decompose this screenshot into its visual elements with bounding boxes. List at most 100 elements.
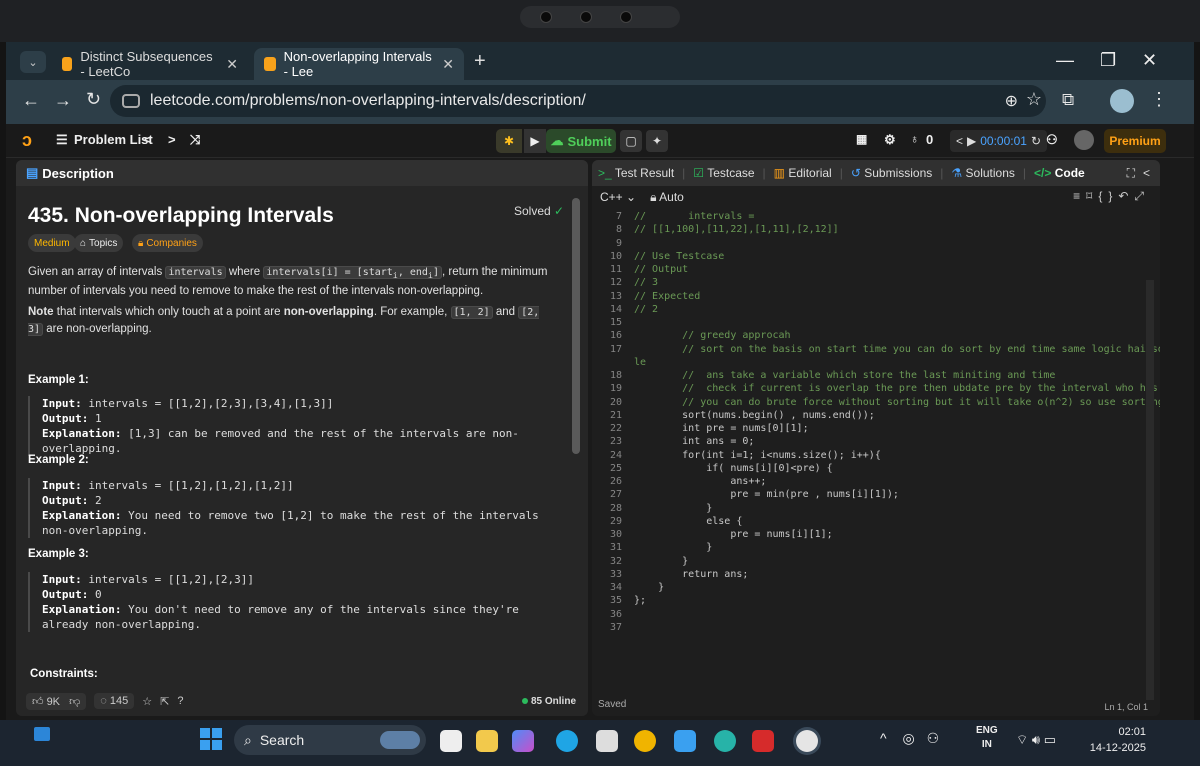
code-line[interactable]: 34 } [592,581,1152,594]
windows-start-icon[interactable] [200,728,222,750]
code-line[interactable]: 16 // greedy approcah [592,329,1152,342]
zoom-icon[interactable]: ⊕ [1005,91,1018,111]
extensions-icon[interactable]: ⧉ [1062,90,1074,110]
notes-icon[interactable]: ▢ [620,130,642,152]
code-line[interactable]: 9 [592,237,1152,250]
site-info-icon[interactable] [122,94,140,108]
code-line[interactable]: 19 // check if current is overlap the pr… [592,382,1158,395]
code-line[interactable]: 20 // you can do brute force without sor… [592,396,1160,409]
tab-non-overlapping-intervals[interactable]: Non-overlapping Intervals - Lee ✕ [254,48,464,80]
bookmark-icon[interactable]: ⌑ [1086,189,1098,203]
code-line[interactable]: 7 // intervals = [592,210,1152,223]
chrome-canary-icon[interactable] [634,730,656,752]
code-line[interactable]: 24 for(int i=1; i<nums.size(); i++){ [592,449,1152,462]
tab-description[interactable]: ▤ Description [16,160,588,186]
problem-title[interactable]: 435. Non-overlapping Intervals [28,204,334,228]
code-editor[interactable]: 7 // intervals = 8 // [[1,100],[11,22],[1,1… [592,210,1160,676]
help-icon[interactable]: ? [177,695,183,707]
code-line[interactable]: 32 } [592,555,1152,568]
code-line[interactable]: 17 // sort on the basis on start time yo… [592,343,1160,356]
restore-icon[interactable]: ❐ [1100,50,1116,71]
submit-button[interactable]: ☁ Submit [546,129,616,153]
thumbs-down-icon[interactable]: 👎︎ [69,696,80,708]
timer[interactable]: < ▶ 00:00:01 ↻ [950,130,1048,152]
format-icon[interactable]: ≡ [1073,189,1086,203]
code-line[interactable]: 8 // [[1,100],[11,22],[1,11],[2,12]] [592,223,1152,236]
reset-icon[interactable]: ↻ [1031,134,1041,148]
network-volume-battery[interactable]: ⌔ 🔊︎ ▭ [1016,732,1056,748]
add-friend-icon[interactable]: ⚇ [1046,132,1058,148]
tray-app-icon[interactable]: ⚇ [927,730,940,746]
ai-sparkle-icon[interactable]: ✦ [646,130,668,152]
companies-chip[interactable]: 🔒︎ Companies [132,234,203,252]
bookmark-star-icon[interactable]: ☆ [1026,89,1042,110]
mail-icon[interactable] [674,730,696,752]
braces-icon[interactable]: {} [1098,189,1118,203]
debug-icon[interactable]: ✱ [496,129,522,153]
tab-distinct-subsequences[interactable]: Distinct Subsequences - LeetCo ✕ [52,48,248,80]
code-line[interactable]: 35}; [592,594,1152,607]
store-icon[interactable] [596,730,618,752]
reset-code-icon[interactable]: ↶ [1118,189,1134,203]
code-line[interactable]: 29 else { [592,515,1152,528]
auto-mode[interactable]: 🔒︎ Auto [650,190,684,205]
tab-submissions[interactable]: ↺ Submissions [851,166,932,180]
shuffle-icon[interactable]: ⤨ [190,132,200,148]
topics-chip[interactable]: ⌂ Topics [74,234,124,252]
chrome-icon[interactable] [796,730,818,752]
chevron-up-icon[interactable]: ^ [880,730,887,746]
code-line[interactable]: 12 // 3 [592,276,1152,289]
tab-editorial[interactable]: ▥ Editorial [774,166,832,180]
file-explorer-icon[interactable] [476,730,498,752]
favorite-star-icon[interactable]: ☆ [142,695,152,708]
code-line[interactable]: 27 pre = min(pre , nums[i][1]); [592,488,1152,501]
widgets-icon[interactable] [34,727,50,741]
language-select[interactable]: C++ ⌄ [600,190,636,204]
tab-search-icon[interactable]: ⌄ [20,51,46,73]
editor-scrollbar[interactable] [1146,280,1154,700]
share-icon[interactable]: ⇱ [160,695,169,708]
like-button[interactable]: 👍︎ 9K 👎︎ [26,692,87,710]
problem-list-link[interactable]: Problem List [74,132,153,147]
code-line[interactable]: 22 int pre = nums[0][1]; [592,422,1152,435]
difficulty-chip[interactable]: Medium [28,234,76,252]
tab-solutions[interactable]: ⚗ Solutions [951,166,1014,180]
code-line[interactable]: 23 int ans = 0; [592,435,1152,448]
edge-icon[interactable] [556,730,578,752]
description-scrollbar[interactable] [572,188,580,688]
code-line[interactable]: 11 // Output [592,263,1152,276]
mcafee-icon[interactable] [752,730,774,752]
tab-code[interactable]: </> Code [1034,166,1085,180]
copilot-icon[interactable] [512,730,534,752]
comment-button[interactable]: ◌ 145 [94,693,135,709]
collapse-icon[interactable]: < [1143,166,1150,180]
scrollbar-thumb[interactable] [572,198,580,454]
code-line[interactable]: 25 if( nums[i][0]<pre) { [592,462,1152,475]
clock[interactable]: 02:01 14-12-2025 [1086,724,1146,756]
tab-testcase[interactable]: ☑ Testcase [693,166,754,180]
address-bar[interactable]: leetcode.com/problems/non-overlapping-in… [110,85,1046,117]
back-arrow-icon[interactable]: ← [22,90,40,111]
forward-arrow-icon[interactable]: → [54,90,72,111]
tab-test-result[interactable]: >_ Test Result [598,166,674,180]
next-problem-icon[interactable]: > [168,132,176,147]
expand-icon[interactable]: ⤢ [1134,189,1150,203]
leetcode-logo-icon[interactable]: ↄ [22,130,40,150]
profile-avatar[interactable] [1110,89,1134,113]
code-line[interactable]: le [592,356,1152,369]
minimize-icon[interactable]: — [1056,50,1074,71]
taskbar-search[interactable]: ⌕ Search [234,725,426,755]
prev-problem-icon[interactable]: < [144,132,152,147]
maximize-icon[interactable]: ⛶ [1127,166,1135,181]
code-line[interactable]: 21 sort(nums.begin() , nums.end()); [592,409,1152,422]
code-line[interactable]: 26 ans++; [592,475,1152,488]
list-icon[interactable]: ☰ [56,132,68,148]
code-line[interactable]: 15 [592,316,1152,329]
user-avatar[interactable] [1074,130,1094,150]
code-line[interactable]: 10 // Use Testcase [592,250,1152,263]
code-line[interactable]: 31 } [592,541,1152,554]
close-window-icon[interactable]: ✕ [1142,50,1157,71]
run-button[interactable]: ▶ [524,129,546,153]
browser-menu-icon[interactable]: ⋮ [1150,89,1168,110]
close-icon[interactable]: ✕ [442,56,454,73]
